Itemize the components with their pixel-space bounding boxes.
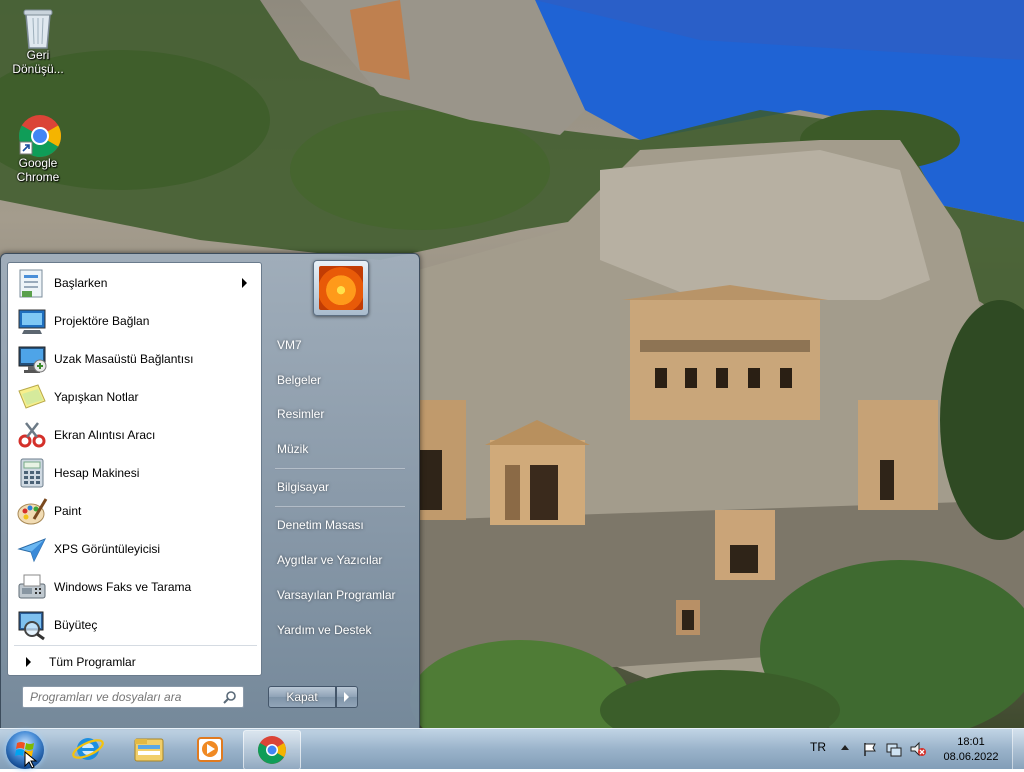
taskbar: TR 18:01 08.06.2022 bbox=[0, 728, 1024, 770]
link-user-folder[interactable]: VM7 bbox=[271, 332, 417, 358]
fax-scan-icon bbox=[16, 571, 48, 603]
program-remote-desktop[interactable]: Uzak Masaüstü Bağlantısı bbox=[12, 341, 257, 377]
start-search-area bbox=[7, 674, 260, 726]
link-computer[interactable]: Bilgisayar bbox=[271, 474, 417, 500]
system-clock[interactable]: 18:01 08.06.2022 bbox=[938, 735, 1004, 765]
getting-started-icon bbox=[16, 267, 48, 299]
media-player-icon bbox=[197, 737, 223, 762]
sticky-notes-icon bbox=[16, 381, 48, 413]
program-label: Projektöre Bağlan bbox=[54, 314, 150, 328]
program-label: Uzak Masaüstü Bağlantısı bbox=[54, 352, 194, 366]
program-projector[interactable]: Projektöre Bağlan bbox=[12, 303, 257, 339]
volume-muted-icon[interactable] bbox=[910, 741, 926, 757]
program-label: Hesap Makinesi bbox=[54, 466, 140, 480]
start-menu: Başlarken Projektöre Bağlan Uzak Masaüst… bbox=[0, 253, 420, 730]
program-sticky-notes[interactable]: Yapışkan Notlar bbox=[12, 379, 257, 415]
program-label: Windows Faks ve Tarama bbox=[54, 580, 192, 594]
program-label: Büyüteç bbox=[54, 618, 98, 632]
internet-explorer-icon bbox=[72, 738, 104, 760]
show-desktop-button[interactable] bbox=[1012, 729, 1024, 769]
snipping-tool-icon bbox=[16, 419, 48, 451]
taskbar-media-player[interactable] bbox=[182, 730, 238, 768]
all-programs-button[interactable]: Tüm Programlar bbox=[12, 651, 257, 673]
user-avatar[interactable] bbox=[313, 260, 369, 316]
chrome-desktop-label: Google Chrome bbox=[16, 156, 60, 184]
programs-separator bbox=[14, 645, 257, 646]
start-menu-places-pane: VM7 Belgeler Resimler Müzik Bilgisayar D… bbox=[263, 254, 419, 729]
program-fax-scan[interactable]: Windows Faks ve Tarama bbox=[12, 569, 257, 605]
taskbar-internet-explorer[interactable] bbox=[60, 730, 116, 768]
program-xps-viewer[interactable]: XPS Görüntüleyicisi bbox=[12, 531, 257, 567]
link-devices-printers[interactable]: Aygıtlar ve Yazıcılar bbox=[271, 547, 417, 573]
shutdown-button[interactable]: Kapat bbox=[268, 686, 336, 708]
program-paint[interactable]: Paint bbox=[12, 493, 257, 529]
taskbar-windows-explorer[interactable] bbox=[121, 730, 177, 768]
start-search-box[interactable] bbox=[22, 686, 244, 708]
places-separator bbox=[275, 506, 405, 508]
clock-date: 08.06.2022 bbox=[943, 751, 999, 763]
recycle-bin-desktop-icon[interactable]: Geri Dönüşü... bbox=[6, 6, 70, 76]
chrome-desktop-icon[interactable]: Google Chrome bbox=[6, 114, 70, 184]
places-separator bbox=[275, 468, 405, 470]
program-label: Yapışkan Notlar bbox=[54, 390, 139, 404]
xps-viewer-icon bbox=[16, 533, 48, 565]
link-documents[interactable]: Belgeler bbox=[271, 367, 417, 393]
link-default-programs[interactable]: Varsayılan Programlar bbox=[271, 582, 417, 608]
all-programs-label: Tüm Programlar bbox=[49, 655, 136, 669]
submenu-arrow-icon bbox=[242, 278, 247, 288]
chrome-icon bbox=[18, 114, 62, 158]
search-input[interactable] bbox=[23, 689, 222, 705]
language-indicator[interactable]: TR bbox=[810, 740, 826, 754]
link-pictures[interactable]: Resimler bbox=[271, 401, 417, 427]
start-menu-programs-pane: Başlarken Projektöre Bağlan Uzak Masaüst… bbox=[7, 262, 262, 676]
link-music[interactable]: Müzik bbox=[271, 436, 417, 462]
network-icon[interactable] bbox=[886, 741, 902, 757]
program-label: XPS Görüntüleyicisi bbox=[54, 542, 161, 556]
clock-time: 18:01 bbox=[957, 736, 985, 748]
projector-icon bbox=[16, 305, 48, 337]
program-label: Başlarken bbox=[54, 276, 108, 290]
program-magnifier[interactable]: Büyüteç bbox=[12, 607, 257, 643]
program-calculator[interactable]: Hesap Makinesi bbox=[12, 455, 257, 491]
recycle-bin-icon bbox=[18, 6, 58, 49]
recycle-bin-label: Geri Dönüşü... bbox=[12, 48, 64, 76]
action-center-flag-icon[interactable] bbox=[862, 741, 878, 757]
shutdown-options-button[interactable] bbox=[336, 686, 358, 708]
all-programs-arrow-icon bbox=[26, 657, 31, 667]
magnifier-icon bbox=[16, 609, 48, 641]
taskbar-chrome[interactable] bbox=[243, 730, 301, 770]
calculator-icon bbox=[16, 457, 48, 489]
paint-icon bbox=[16, 495, 48, 527]
explorer-icon bbox=[134, 738, 164, 762]
program-label: Paint bbox=[54, 504, 82, 518]
flower-avatar-icon bbox=[319, 266, 363, 310]
program-snipping-tool[interactable]: Ekran Alıntısı Aracı bbox=[12, 417, 257, 453]
link-help-support[interactable]: Yardım ve Destek bbox=[271, 617, 417, 643]
search-icon[interactable] bbox=[223, 690, 237, 704]
link-control-panel[interactable]: Denetim Masası bbox=[271, 512, 417, 538]
program-getting-started[interactable]: Başlarken bbox=[12, 265, 257, 301]
show-hidden-icons-icon[interactable] bbox=[841, 745, 849, 750]
remote-desktop-icon bbox=[16, 343, 48, 375]
mouse-cursor-icon bbox=[24, 751, 38, 769]
chrome-icon bbox=[258, 736, 286, 764]
program-label: Ekran Alıntısı Aracı bbox=[54, 428, 156, 442]
